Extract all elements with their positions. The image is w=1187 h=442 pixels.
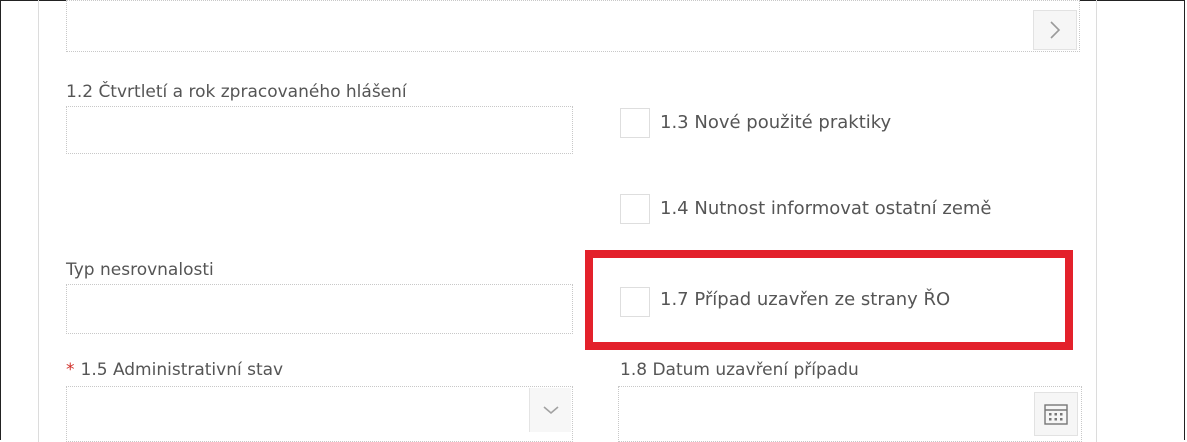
chevron-right-icon[interactable] xyxy=(1033,10,1077,50)
typ-nesrovnalosti-input[interactable] xyxy=(66,284,573,334)
required-marker: * xyxy=(66,360,75,380)
chevron-down-icon[interactable] xyxy=(529,388,571,432)
checkbox-1-7[interactable] xyxy=(620,287,650,317)
field-1-5-label-text: 1.5 Administrativní stav xyxy=(80,360,284,380)
top-partial-field[interactable] xyxy=(66,0,1080,52)
field-1-5-select[interactable] xyxy=(66,386,573,442)
checkbox-1-4[interactable] xyxy=(620,194,650,224)
field-1-2-label: 1.2 Čtvrtletí a rok zpracovaného hlášení xyxy=(66,82,407,102)
checkbox-1-7-label: 1.7 Případ uzavřen ze strany ŘO xyxy=(660,289,951,310)
calendar-icon[interactable] xyxy=(1034,392,1078,436)
field-1-5-label: * 1.5 Administrativní stav xyxy=(66,360,283,380)
checkbox-1-3[interactable] xyxy=(620,108,650,138)
checkbox-1-3-label: 1.3 Nové použité praktiky xyxy=(660,112,892,133)
field-1-8-date-input[interactable] xyxy=(618,386,1082,442)
checkbox-1-4-label: 1.4 Nutnost informovat ostatní země xyxy=(660,198,992,219)
typ-nesrovnalosti-label: Typ nesrovnalosti xyxy=(66,260,214,280)
field-1-2-input[interactable] xyxy=(66,106,573,154)
field-1-8-label: 1.8 Datum uzavření případu xyxy=(620,360,859,380)
